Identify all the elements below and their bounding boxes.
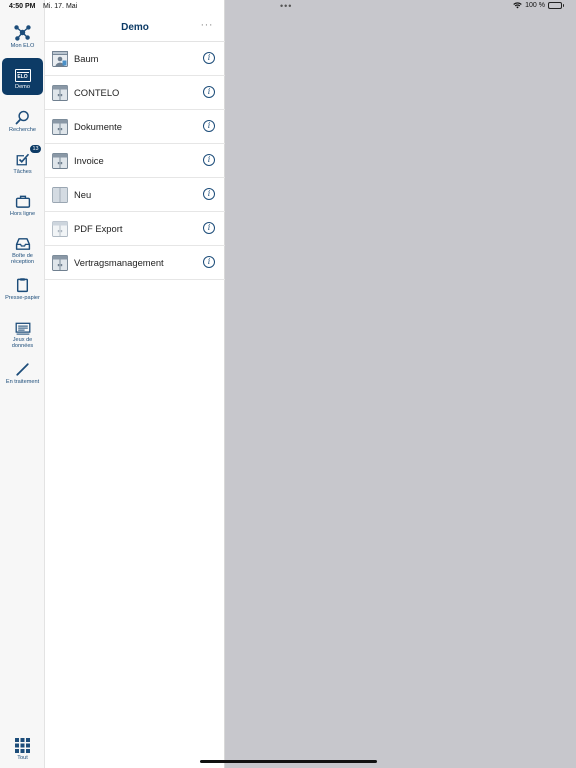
list-item-label: PDF Export — [74, 223, 123, 234]
pencil-icon — [15, 358, 30, 377]
info-icon[interactable]: i — [203, 256, 215, 268]
page-title: Demo — [121, 22, 149, 33]
nav-label: Presse-papier — [5, 295, 40, 301]
wifi-icon — [513, 2, 522, 9]
status-time: 4:50 PM — [9, 3, 36, 10]
info-icon[interactable]: i — [203, 188, 215, 200]
binder-icon — [52, 153, 68, 169]
more-options-button[interactable]: ··· — [201, 19, 214, 31]
nav-label: Demo — [15, 84, 30, 90]
nav-label: Jeux de données — [11, 337, 34, 350]
search-icon — [15, 106, 30, 125]
nav-item-recherche[interactable]: Recherche — [2, 106, 43, 133]
list-item[interactable]: PDF Export i — [45, 212, 225, 246]
nav-item-presse-papier[interactable]: Presse-papier — [2, 274, 43, 301]
list-item-label: CONTELO — [74, 87, 120, 98]
binder-icon — [52, 255, 68, 271]
multitasking-dots[interactable]: ••• — [280, 1, 292, 11]
data-sets-icon — [15, 316, 31, 335]
list-item[interactable]: Baum i — [45, 42, 225, 76]
info-icon[interactable]: i — [203, 222, 215, 234]
nav-item-taches[interactable]: 13 Tâches — [2, 144, 43, 175]
list-item[interactable]: Invoice i — [45, 144, 225, 178]
nav-item-mon-elo[interactable]: Mon ELO — [2, 22, 43, 49]
nav-item-jeux-donnees[interactable]: Jeux de données — [2, 316, 43, 349]
binder-icon — [52, 119, 68, 135]
battery-icon — [548, 2, 564, 9]
list-item-label: Invoice — [74, 155, 104, 166]
nav-rail: Mon ELO ELO Demo Recherche 13 Tâches Hor… — [0, 0, 45, 768]
tasks-count-badge: 13 — [29, 144, 43, 154]
nav-label: Recherche — [8, 127, 37, 133]
status-bar: 4:50 PM Mi. 17. Mai ••• 100 % — [0, 0, 576, 14]
nav-label: Tout — [17, 755, 28, 761]
list-item-label: Dokumente — [74, 121, 122, 132]
list-item[interactable]: CONTELO i — [45, 76, 225, 110]
briefcase-icon — [15, 190, 31, 209]
grid-icon — [15, 734, 30, 753]
info-icon[interactable]: i — [203, 120, 215, 132]
info-icon[interactable]: i — [203, 86, 215, 98]
info-icon[interactable]: i — [203, 154, 215, 166]
status-right: 100 % — [513, 2, 564, 9]
binder-light-icon — [52, 187, 68, 203]
list-item-label: Vertragsmanagement — [74, 257, 164, 268]
nav-label: Boîte de réception — [10, 253, 34, 266]
nav-item-tout[interactable]: Tout — [2, 734, 43, 761]
repository-list-panel: Demo ··· Baum i CONTELO i Dokumente i In… — [45, 0, 225, 768]
nav-item-en-traitement[interactable]: En traitement — [2, 358, 43, 385]
list-item[interactable]: Dokumente i — [45, 110, 225, 144]
tree-archive-icon — [52, 51, 68, 67]
info-icon[interactable]: i — [203, 52, 215, 64]
clipboard-icon — [16, 274, 29, 293]
list-header: Demo ··· — [45, 14, 225, 42]
nav-label: Mon ELO — [10, 43, 35, 49]
nav-item-boite-reception[interactable]: Boîte de réception — [2, 232, 43, 265]
status-date: Mi. 17. Mai — [43, 3, 78, 10]
nav-label: Hors ligne — [9, 211, 36, 217]
binder-icon — [52, 85, 68, 101]
inbox-icon — [15, 232, 31, 251]
elo-archive-icon: ELO — [14, 63, 31, 82]
nav-label: Tâches — [13, 169, 32, 175]
checkbox-icon: 13 — [15, 144, 43, 167]
nav-item-demo[interactable]: ELO Demo — [2, 58, 43, 95]
nav-item-hors-ligne[interactable]: Hors ligne — [2, 190, 43, 217]
home-indicator[interactable] — [200, 760, 377, 763]
network-icon — [14, 22, 31, 41]
nav-label: En traitement — [5, 379, 40, 385]
list-item[interactable]: Neu i — [45, 178, 225, 212]
battery-percent: 100 % — [525, 2, 545, 9]
list-item-label: Baum — [74, 53, 99, 64]
list-item[interactable]: Vertragsmanagement i — [45, 246, 225, 280]
binder-faded-icon — [52, 221, 68, 237]
list-item-label: Neu — [74, 189, 92, 200]
detail-area — [226, 14, 576, 768]
